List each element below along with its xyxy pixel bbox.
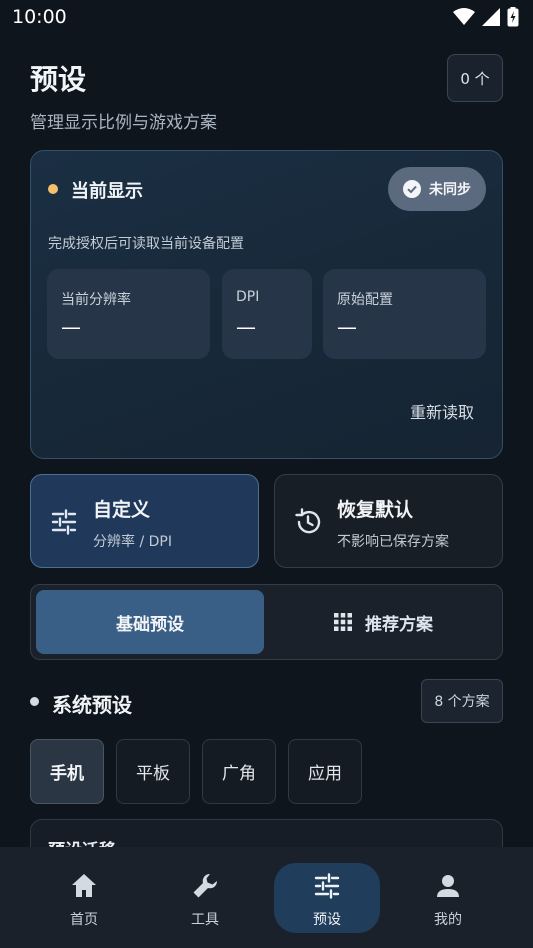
battery-charging-icon <box>507 7 519 27</box>
stat-label: 当前分辨率 <box>61 292 131 308</box>
sliders-icon <box>314 873 340 899</box>
restore-default-button[interactable]: 恢复默认 不影响已保存方案 <box>274 474 503 568</box>
status-icons <box>453 7 519 27</box>
history-icon <box>295 508 321 534</box>
filter-chip-phone[interactable]: 手机 <box>30 739 104 804</box>
status-time: 10:00 <box>12 6 67 28</box>
nav-presets[interactable]: 预设 <box>274 863 380 933</box>
stat-value: — <box>337 315 357 339</box>
section-dot <box>30 697 39 706</box>
tab-basic-presets[interactable]: 基础预设 <box>36 590 264 654</box>
wrench-icon <box>193 873 218 898</box>
current-display-title: 当前显示 <box>71 181 143 202</box>
custom-title: 自定义 <box>93 499 151 521</box>
bottom-navigation: 首页 工具 预设 我的 <box>0 847 533 948</box>
tab-recommended-plans[interactable]: 推荐方案 <box>269 590 497 654</box>
check-circle-icon <box>403 180 421 198</box>
grid-icon <box>334 613 352 631</box>
current-display-description: 完成授权后可读取当前设备配置 <box>48 236 244 252</box>
page-subtitle: 管理显示比例与游戏方案 <box>30 113 217 133</box>
sync-status-label: 未同步 <box>429 182 471 198</box>
wifi-icon <box>453 8 475 25</box>
nav-label: 我的 <box>434 912 462 928</box>
stat-original-config: 原始配置 — <box>323 269 486 359</box>
status-dot <box>48 184 58 194</box>
sync-status-pill[interactable]: 未同步 <box>388 167 486 211</box>
custom-preset-button[interactable]: 自定义 分辨率 / DPI <box>30 474 259 568</box>
preset-type-segmented-control: 基础预设 推荐方案 <box>30 584 503 660</box>
person-icon <box>437 875 459 897</box>
home-icon <box>72 874 96 897</box>
sliders-icon <box>51 509 77 535</box>
stat-value: — <box>236 315 256 339</box>
nav-label: 首页 <box>70 912 98 928</box>
tab-recommended-label: 推荐方案 <box>365 614 433 635</box>
current-display-card: 当前显示 未同步 完成授权后可读取当前设备配置 当前分辨率 — DPI — 原始… <box>30 150 503 459</box>
reset-title: 恢复默认 <box>337 499 414 521</box>
cellular-signal-icon <box>482 8 500 26</box>
reload-button[interactable]: 重新读取 <box>410 399 474 423</box>
filter-chip-wide[interactable]: 广角 <box>202 739 276 804</box>
stat-value: — <box>61 315 81 339</box>
nav-home[interactable]: 首页 <box>31 863 137 933</box>
nav-tools[interactable]: 工具 <box>152 863 258 933</box>
status-bar: 10:00 <box>0 0 533 34</box>
filter-chip-app[interactable]: 应用 <box>288 739 362 804</box>
stat-resolution: 当前分辨率 — <box>47 269 210 359</box>
nav-profile[interactable]: 我的 <box>395 863 501 933</box>
reset-subtitle: 不影响已保存方案 <box>337 534 449 550</box>
custom-subtitle: 分辨率 / DPI <box>93 534 172 550</box>
filter-chip-tablet[interactable]: 平板 <box>116 739 190 804</box>
section-title: 系统预设 <box>52 693 132 717</box>
stat-dpi: DPI — <box>222 269 312 359</box>
stat-label: 原始配置 <box>337 292 393 308</box>
plan-count-badge: 8 个方案 <box>421 679 503 723</box>
nav-label: 预设 <box>313 912 341 928</box>
stat-label: DPI <box>236 289 260 305</box>
preset-count-badge: 0 个 <box>447 54 503 102</box>
nav-label: 工具 <box>191 912 219 928</box>
page-title: 预设 <box>30 63 87 96</box>
